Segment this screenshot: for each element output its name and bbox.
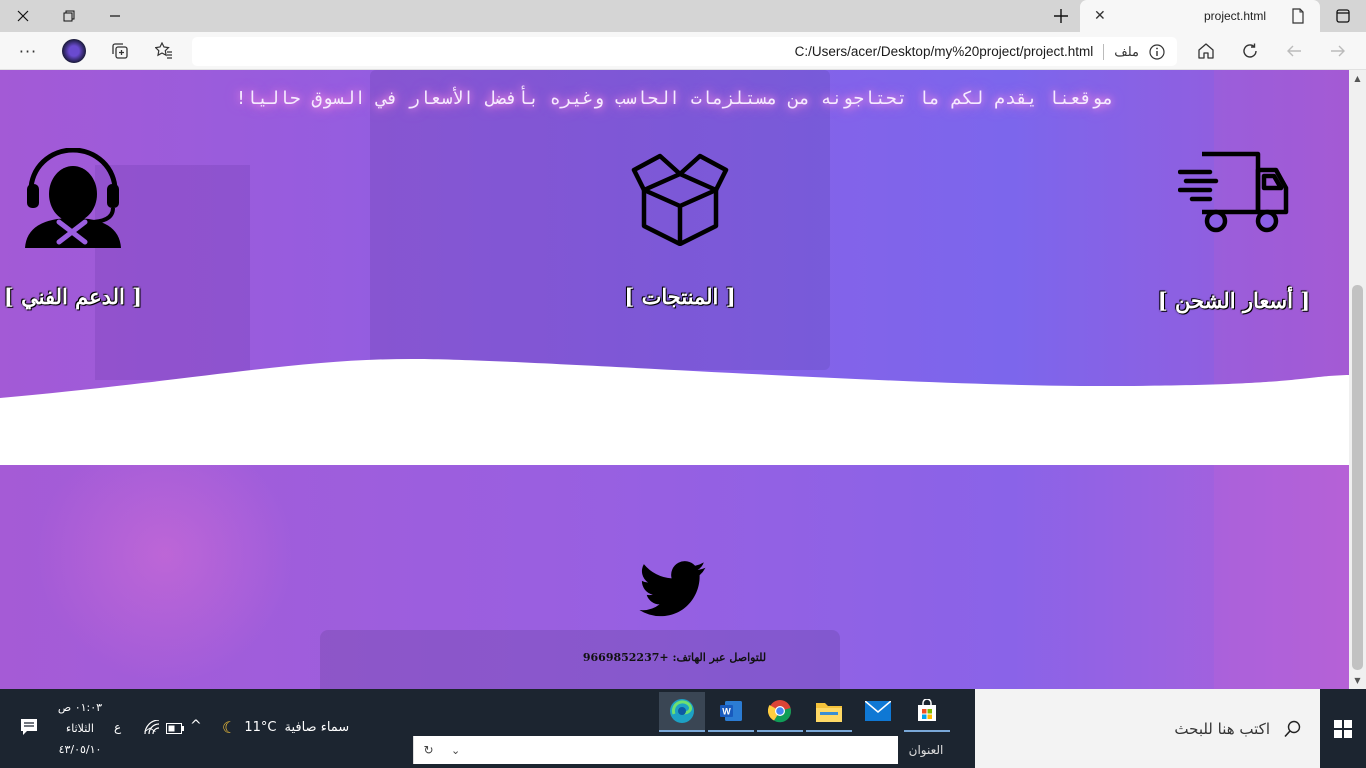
- input-language-indicator[interactable]: ع: [114, 720, 121, 734]
- feature-products-label[interactable]: [ المنتجات ]: [580, 284, 780, 309]
- hero-section: موقعنا يقدم لكم ما تحتاجونه من مستلزمات …: [0, 70, 1349, 400]
- battery-icon[interactable]: [166, 723, 184, 734]
- settings-menu-button[interactable]: ···: [8, 32, 48, 70]
- word-icon: W: [720, 701, 742, 721]
- arrow-left-icon: [1287, 45, 1301, 57]
- close-window-button[interactable]: [0, 0, 46, 32]
- new-tab-button[interactable]: [1038, 0, 1084, 32]
- start-button[interactable]: [1320, 689, 1366, 768]
- home-icon: [1198, 43, 1214, 59]
- delivery-truck-icon: [1178, 151, 1289, 233]
- taskbar-address-toolbar: ↻ ⌄ العنوان: [413, 735, 969, 765]
- footer-section: للتواصل عبر الهاتف: +9669852237: [0, 465, 1349, 689]
- refresh-button[interactable]: [1230, 32, 1270, 70]
- refresh-icon: [1243, 43, 1257, 58]
- taskbar-explorer-app[interactable]: [806, 692, 852, 732]
- taskbar-address-label: العنوان: [908, 743, 944, 757]
- home-button[interactable]: [1186, 32, 1226, 70]
- weather-temperature: 11°C: [244, 720, 277, 735]
- clock-day: الثلاثاء: [66, 722, 94, 735]
- address-separator: [1103, 43, 1105, 60]
- restore-icon: [63, 10, 75, 22]
- profile-button[interactable]: [54, 32, 94, 70]
- close-icon: [17, 10, 29, 22]
- notification-icon: [21, 719, 37, 735]
- weather-description: سماء صافية: [284, 720, 350, 735]
- chevron-down-icon[interactable]: ⌄: [451, 744, 460, 757]
- edge-icon: [670, 699, 694, 723]
- support-agent-icon: [25, 148, 121, 248]
- minimize-icon: [110, 15, 120, 17]
- taskbar-chrome-app[interactable]: [757, 692, 803, 732]
- windows-logo-icon: [1334, 719, 1352, 738]
- tab-close-icon[interactable]: ✕: [1094, 8, 1106, 24]
- show-hidden-icons-icon[interactable]: ^: [190, 718, 202, 734]
- feature-products[interactable]: [ المنتجات ]: [580, 152, 780, 309]
- twitter-icon[interactable]: [639, 561, 707, 617]
- taskbar-edge-app[interactable]: [659, 692, 705, 732]
- taskbar-address-input[interactable]: ⌄: [443, 736, 898, 764]
- forward-button[interactable]: [1318, 32, 1358, 70]
- moon-icon: ☾: [222, 718, 237, 737]
- file-icon: [1292, 8, 1304, 24]
- footer-phone-text: للتواصل عبر الهاتف: +9669852237: [582, 651, 767, 664]
- collections-icon: [112, 43, 128, 59]
- scrollbar-thumb[interactable]: [1352, 285, 1363, 670]
- store-icon: [918, 699, 936, 721]
- favorites-button[interactable]: [144, 32, 184, 70]
- open-box-icon: [631, 153, 729, 246]
- clock-date: ٤٣/٠٥/١٠: [58, 743, 102, 756]
- plus-icon: [1054, 9, 1068, 23]
- browser-tab[interactable]: project.html ✕: [1080, 0, 1320, 32]
- network-icon[interactable]: [144, 720, 160, 736]
- tab-title: project.html: [1203, 9, 1266, 23]
- tagline-text: موقعنا يقدم لكم ما تحتاجونه من مستلزمات …: [235, 88, 1114, 109]
- page-viewport: موقعنا يقدم لكم ما تحتاجونه من مستلزمات …: [0, 70, 1349, 689]
- restore-window-button[interactable]: [46, 0, 92, 32]
- search-icon: [1284, 720, 1301, 737]
- scroll-up-arrow[interactable]: ▲: [1349, 70, 1366, 87]
- feature-shipping-label[interactable]: [ أسعار الشحن ]: [1134, 288, 1334, 313]
- address-url[interactable]: C:/Users/acer/Desktop/my%20project/proje…: [795, 44, 1094, 59]
- address-scheme-label: ملف: [1114, 43, 1139, 59]
- address-bar[interactable]: C:/Users/acer/Desktop/my%20project/proje…: [192, 37, 1177, 66]
- tab-actions-button[interactable]: [1320, 0, 1366, 32]
- weather-widget[interactable]: سماء صافية 11°C ☾: [222, 718, 349, 737]
- arrow-right-icon: [1331, 45, 1345, 57]
- taskbar-search-box[interactable]: اكتب هنا للبحث: [975, 689, 1320, 768]
- info-icon[interactable]: [1149, 43, 1165, 60]
- taskbar-search-placeholder: اكتب هنا للبحث: [1174, 719, 1270, 738]
- address-go-button[interactable]: ↻: [413, 736, 443, 764]
- svg-text:W: W: [722, 707, 731, 717]
- minimize-window-button[interactable]: [92, 0, 138, 32]
- mail-icon: [865, 701, 891, 721]
- hero-wave-divider: [0, 358, 1349, 400]
- tab-actions-icon: [1336, 9, 1350, 23]
- feature-shipping[interactable]: [ أسعار الشحن ]: [1134, 150, 1334, 313]
- system-clock[interactable]: ٠١:٠٣ ص الثلاثاء ٤٣/٠٥/١٠: [52, 697, 108, 760]
- scroll-down-arrow[interactable]: ▼: [1349, 672, 1366, 689]
- feature-support[interactable]: [ الدعم الفني ]: [0, 148, 173, 309]
- taskbar-mail-app[interactable]: [855, 692, 901, 732]
- taskbar-word-app[interactable]: W: [708, 692, 754, 732]
- taskbar-store-app[interactable]: [904, 692, 950, 732]
- back-button[interactable]: [1274, 32, 1314, 70]
- chrome-icon: [768, 700, 792, 723]
- collections-button[interactable]: [100, 32, 140, 70]
- favorites-list-icon: [155, 42, 172, 59]
- more-icon: ···: [18, 41, 38, 61]
- avatar: [62, 39, 86, 63]
- folder-icon: [816, 703, 842, 722]
- clock-time: ٠١:٠٣ ص: [57, 701, 103, 714]
- feature-support-label[interactable]: [ الدعم الفني ]: [0, 284, 173, 309]
- notification-center-button[interactable]: [20, 718, 38, 736]
